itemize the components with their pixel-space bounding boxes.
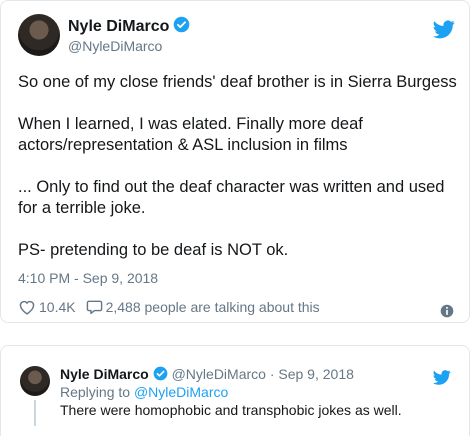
- tweet-paragraph: So one of my close friends' deaf brother…: [18, 73, 457, 91]
- avatar[interactable]: [18, 14, 60, 56]
- like-button[interactable]: 10.4K: [18, 299, 76, 315]
- twitter-bird-icon[interactable]: [433, 370, 451, 385]
- author-name-text[interactable]: Nyle DiMarco: [68, 18, 169, 35]
- tweet-paragraph: When I learned, I was elated. Finally mo…: [18, 115, 363, 154]
- reply-header: Nyle DiMarco @NyleDiMarco · Sep 9, 2018: [60, 366, 354, 382]
- conversation-link[interactable]: 2,488 people are talking about this: [86, 299, 320, 315]
- tweet-text: So one of my close friends' deaf brother…: [18, 72, 458, 282]
- tweet-timestamp[interactable]: 4:10 PM - Sep 9, 2018: [18, 270, 158, 286]
- replying-to-link[interactable]: @NyleDiMarco: [134, 384, 228, 400]
- replying-to: Replying to @NyleDiMarco: [60, 384, 228, 400]
- reply-author-handle[interactable]: @NyleDiMarco: [172, 366, 266, 382]
- reply-date[interactable]: · Sep 9, 2018: [270, 366, 354, 382]
- talking-count: 2,488 people are talking about this: [105, 299, 320, 315]
- author-handle[interactable]: @NyleDiMarco: [68, 38, 162, 54]
- verified-badge-icon: [153, 366, 168, 381]
- tweet-actions: 10.4K 2,488 people are talking about thi…: [18, 299, 330, 315]
- author-name[interactable]: Nyle DiMarco: [68, 16, 190, 36]
- tweet-paragraph: PS- pretending to be deaf is NOT ok.: [18, 241, 289, 259]
- tweet-paragraph: ... Only to find out the deaf character …: [18, 178, 445, 217]
- reply-avatar[interactable]: [20, 366, 50, 396]
- thread-line: [34, 400, 36, 426]
- info-icon[interactable]: [440, 304, 454, 318]
- verified-badge-icon: [174, 16, 190, 33]
- replying-prefix: Replying to: [60, 384, 131, 400]
- comment-bubble-icon: [86, 300, 102, 315]
- like-count: 10.4K: [39, 299, 76, 315]
- heart-icon: [19, 300, 35, 315]
- twitter-bird-icon[interactable]: [433, 20, 455, 39]
- reply-text: There were homophobic and transphobic jo…: [60, 402, 402, 418]
- reply-author-name[interactable]: Nyle DiMarco: [60, 366, 149, 382]
